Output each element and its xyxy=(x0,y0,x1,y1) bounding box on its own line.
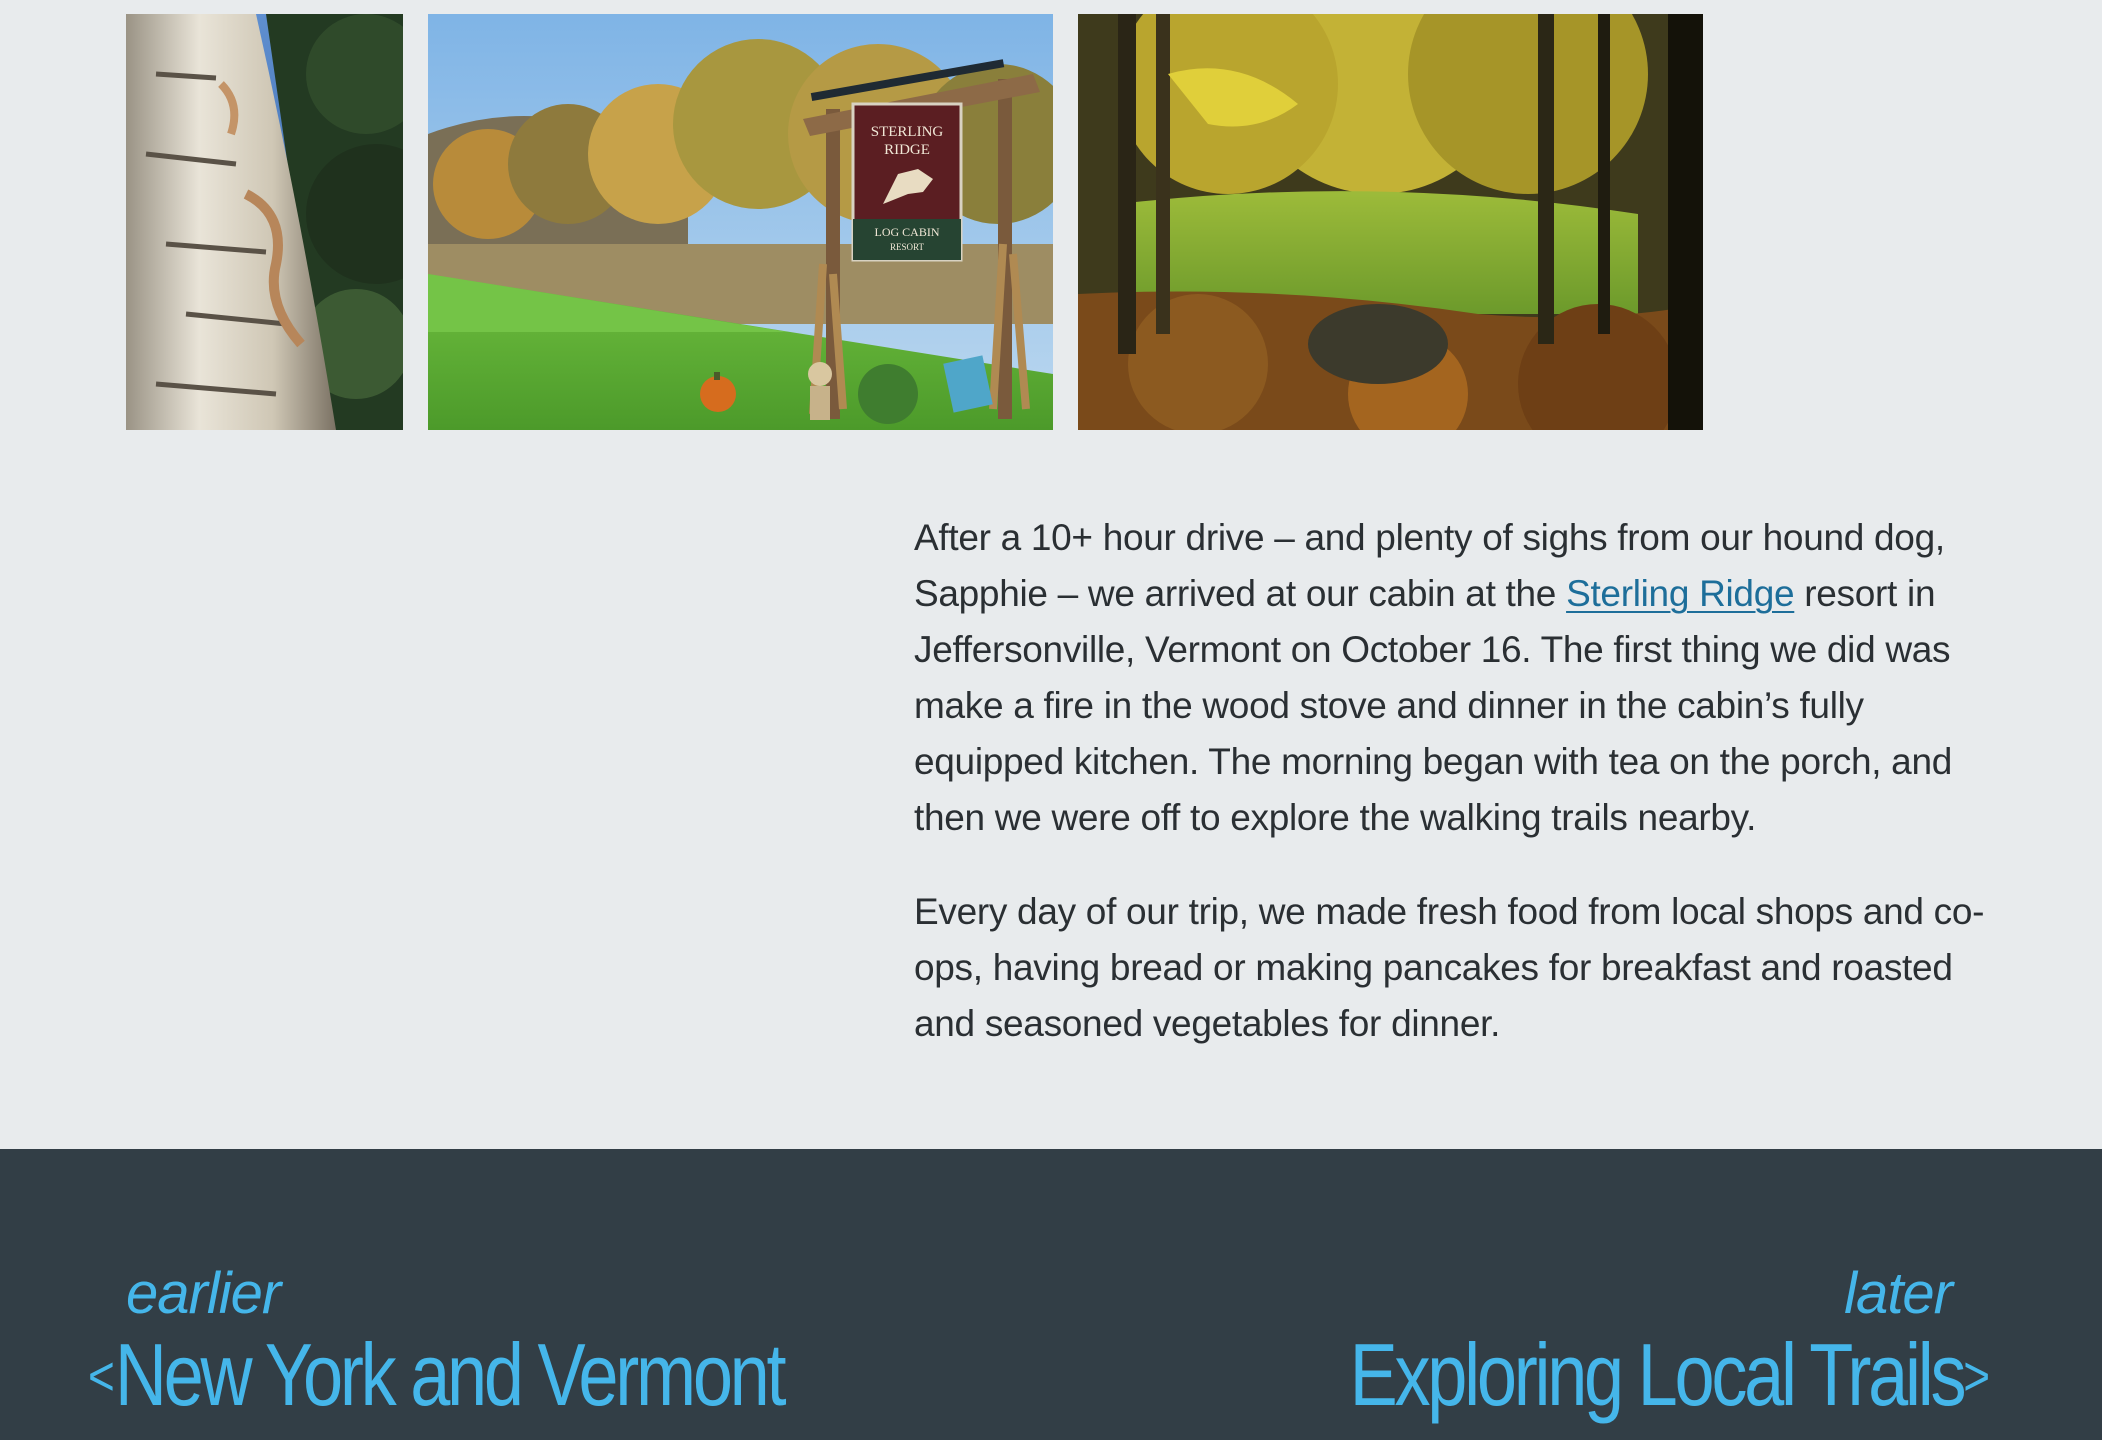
next-post-title: Exploring Local Trails xyxy=(1349,1325,1967,1424)
previous-post-kicker: earlier xyxy=(126,1261,281,1326)
next-post-title-row: Exploring Local Trails> xyxy=(1350,1329,1990,1422)
next-post-kicker: later xyxy=(1844,1261,1953,1326)
sign-text-line-1: STERLING xyxy=(871,124,944,140)
sign-text-line-4: RESORT xyxy=(890,242,924,252)
next-post-link[interactable]: later Exploring Local Trails> xyxy=(1209,1259,1990,1422)
autumn-forest-photo[interactable] xyxy=(1078,14,1703,430)
chevron-left-icon: < xyxy=(88,1344,115,1407)
resort-sign-image: STERLING RIDGE LOG CABIN RESORT xyxy=(428,14,1053,430)
chevron-right-icon: > xyxy=(1963,1344,1990,1407)
resort-sign-photo[interactable]: STERLING RIDGE LOG CABIN RESORT xyxy=(428,14,1053,430)
sign-text-line-2: RIDGE xyxy=(884,142,930,158)
page: STERLING RIDGE LOG CABIN RESORT After a … xyxy=(0,0,2102,1440)
autumn-forest-image xyxy=(1078,14,1703,430)
article-paragraph-1: After a 10+ hour drive – and plenty of s… xyxy=(914,510,2004,846)
sign-text-line-3: LOG CABIN xyxy=(875,225,940,239)
article-body: After a 10+ hour drive – and plenty of s… xyxy=(914,510,2004,1090)
post-navigation-footer: earlier <New York and Vermont later Expl… xyxy=(0,1149,2102,1440)
birch-bark-photo[interactable] xyxy=(126,14,403,430)
previous-post-title: New York and Vermont xyxy=(114,1325,787,1424)
previous-post-link[interactable]: earlier <New York and Vermont xyxy=(88,1259,936,1422)
birch-bark-image xyxy=(126,14,403,430)
article-paragraph-2: Every day of our trip, we made fresh foo… xyxy=(914,891,1985,1044)
previous-post-title-row: <New York and Vermont xyxy=(88,1329,787,1422)
sterling-ridge-link[interactable]: Sterling Ridge xyxy=(1566,573,1795,614)
